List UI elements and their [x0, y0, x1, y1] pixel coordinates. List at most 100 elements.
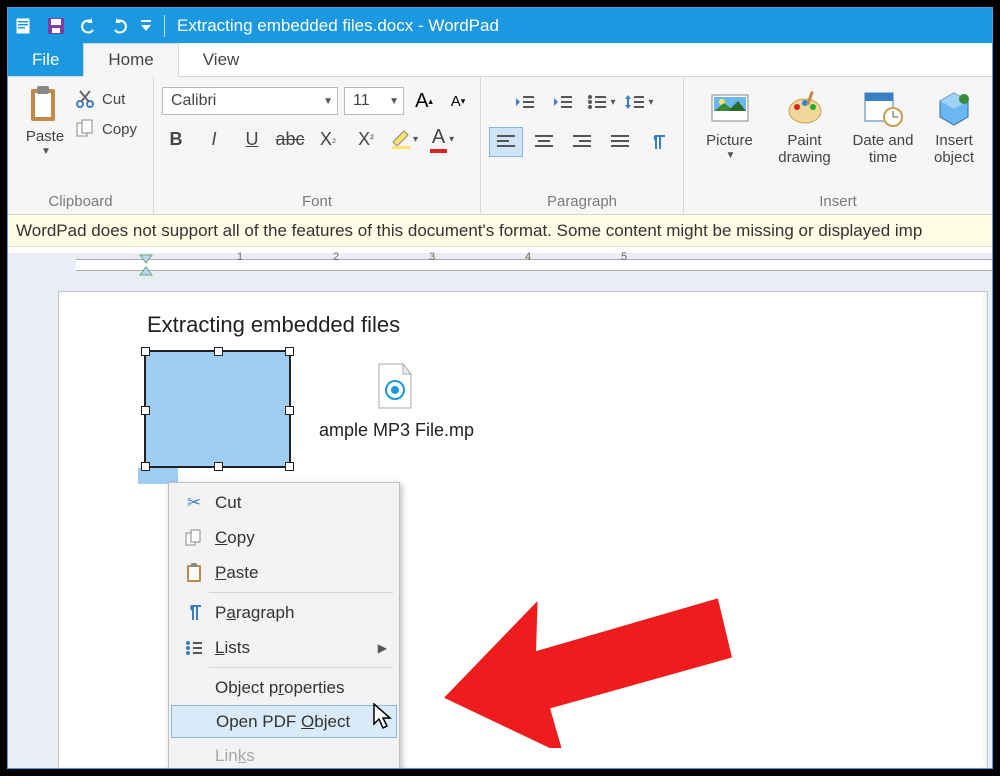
ruler-num: 5: [621, 251, 627, 263]
workspace: 1 2 3 4 5 Extracting embedded files: [8, 253, 992, 769]
font-size-value: 11: [353, 92, 370, 110]
object-icon: [934, 89, 974, 129]
font-size-combo[interactable]: 11 ▼: [344, 87, 404, 115]
align-left-button[interactable]: [489, 127, 523, 157]
scissors-icon: [74, 88, 96, 110]
line-spacing-button[interactable]: ▾: [622, 87, 656, 117]
cut-label: Cut: [102, 91, 125, 108]
tab-file[interactable]: File: [8, 43, 83, 76]
chevron-down-icon: ▼: [323, 96, 333, 107]
app-icon[interactable]: [8, 10, 40, 42]
bullet-list-button[interactable]: ▾: [584, 87, 618, 117]
ruler-num: 2: [333, 251, 339, 263]
mp3-file-label: ample MP3 File.mp: [319, 420, 474, 441]
redo-icon[interactable]: [104, 10, 136, 42]
insert-object-button[interactable]: Insert object: [924, 85, 984, 166]
group-insert: Picture ▼ Paint drawing Date and time In…: [684, 77, 992, 214]
chevron-down-icon: ▼: [726, 150, 736, 161]
ctx-object-properties[interactable]: Object properties: [171, 670, 397, 705]
group-font: Calibri ▼ 11 ▼ A▴ A▾ B I U abc X₂ X²: [154, 77, 481, 214]
title-bar: Extracting embedded files.docx - WordPad: [8, 8, 992, 43]
indent-marker-icon[interactable]: [138, 253, 154, 277]
chevron-down-icon: ▼: [41, 146, 51, 157]
decrease-indent-button[interactable]: [508, 87, 542, 117]
clipboard-icon: [179, 563, 209, 583]
font-color-button[interactable]: A▾: [428, 125, 456, 153]
paragraph-icon: [179, 604, 209, 622]
ctx-paste[interactable]: Paste: [171, 555, 397, 590]
tab-view[interactable]: View: [179, 43, 264, 76]
clipboard-icon: [25, 85, 65, 125]
group-label-clipboard: Clipboard: [8, 191, 153, 214]
copy-button[interactable]: Copy: [74, 115, 137, 143]
paste-button[interactable]: Paste ▼: [16, 81, 74, 157]
context-menu: ✂ Cut Copy Paste Paragraph Lists: [168, 482, 400, 769]
submenu-arrow-icon: ▶: [378, 641, 387, 655]
ribbon: Paste ▼ Cut Copy: [8, 77, 992, 215]
paste-label: Paste: [26, 129, 64, 146]
mp3-file-icon[interactable]: [375, 362, 415, 410]
compatibility-warning-bar: WordPad does not support all of the feat…: [8, 215, 992, 247]
align-right-button[interactable]: [565, 127, 599, 157]
date-time-button[interactable]: Date and time: [842, 85, 924, 166]
align-center-button[interactable]: [527, 127, 561, 157]
superscript-button[interactable]: X²: [352, 125, 380, 153]
wordpad-window: Extracting embedded files.docx - WordPad…: [7, 7, 993, 769]
paint-drawing-button[interactable]: Paint drawing: [767, 85, 842, 166]
picture-label: Picture: [706, 133, 753, 150]
picture-icon: [710, 89, 750, 129]
palette-icon: [785, 89, 825, 129]
increase-indent-button[interactable]: [546, 87, 580, 117]
copy-icon: [74, 118, 96, 140]
group-paragraph: ▾ ▾ Paragraph: [481, 77, 684, 214]
group-clipboard: Paste ▼ Cut Copy: [8, 77, 154, 214]
undo-icon[interactable]: [72, 10, 104, 42]
qat-dropdown-icon[interactable]: [136, 10, 156, 42]
justify-button[interactable]: [603, 127, 637, 157]
shrink-font-button[interactable]: A▾: [444, 87, 472, 115]
ruler-num: 3: [429, 251, 435, 263]
title-separator: [164, 15, 165, 37]
picture-button[interactable]: Picture ▼: [692, 85, 767, 161]
list-icon: [179, 640, 209, 656]
save-icon[interactable]: [40, 10, 72, 42]
strikethrough-button[interactable]: abc: [276, 125, 304, 153]
ctx-copy[interactable]: Copy: [171, 520, 397, 555]
ctx-paragraph[interactable]: Paragraph: [171, 595, 397, 630]
calendar-clock-icon: [863, 89, 903, 129]
chevron-down-icon: ▼: [389, 96, 399, 107]
cut-button[interactable]: Cut: [74, 85, 137, 113]
ruler[interactable]: 1 2 3 4 5: [8, 253, 992, 277]
ctx-cut[interactable]: ✂ Cut: [171, 485, 397, 520]
window-title: Extracting embedded files.docx - WordPad: [177, 16, 499, 36]
ctx-open-pdf-object[interactable]: Open PDF Object: [171, 705, 397, 738]
group-label-paragraph: Paragraph: [481, 191, 683, 214]
scissors-icon: ✂: [179, 493, 209, 513]
grow-font-button[interactable]: A▴: [410, 87, 438, 115]
datetime-label: Date and time: [842, 133, 924, 166]
copy-label: Copy: [102, 121, 137, 138]
copy-icon: [179, 529, 209, 547]
bold-button[interactable]: B: [162, 125, 190, 153]
ribbon-tabs: File Home View: [8, 43, 992, 77]
subscript-button[interactable]: X₂: [314, 125, 342, 153]
font-name-combo[interactable]: Calibri ▼: [162, 87, 338, 115]
quick-access-toolbar: [8, 8, 156, 43]
group-label-insert: Insert: [684, 191, 992, 214]
document-heading: Extracting embedded files: [147, 312, 400, 338]
highlight-button[interactable]: ▾: [390, 125, 418, 153]
italic-button[interactable]: I: [200, 125, 228, 153]
warning-text: WordPad does not support all of the feat…: [16, 221, 922, 241]
ruler-num: 1: [237, 251, 243, 263]
selected-embedded-object[interactable]: [144, 350, 291, 468]
ctx-links: Links: [171, 738, 397, 769]
underline-button[interactable]: U: [238, 125, 266, 153]
paragraph-dialog-button[interactable]: [641, 127, 675, 157]
tab-home[interactable]: Home: [83, 43, 178, 77]
ctx-lists[interactable]: Lists ▶: [171, 630, 397, 665]
ruler-num: 4: [525, 251, 531, 263]
object-label: Insert object: [924, 133, 984, 166]
paint-label: Paint drawing: [767, 133, 842, 166]
font-name-value: Calibri: [171, 92, 216, 110]
group-label-font: Font: [154, 191, 480, 214]
